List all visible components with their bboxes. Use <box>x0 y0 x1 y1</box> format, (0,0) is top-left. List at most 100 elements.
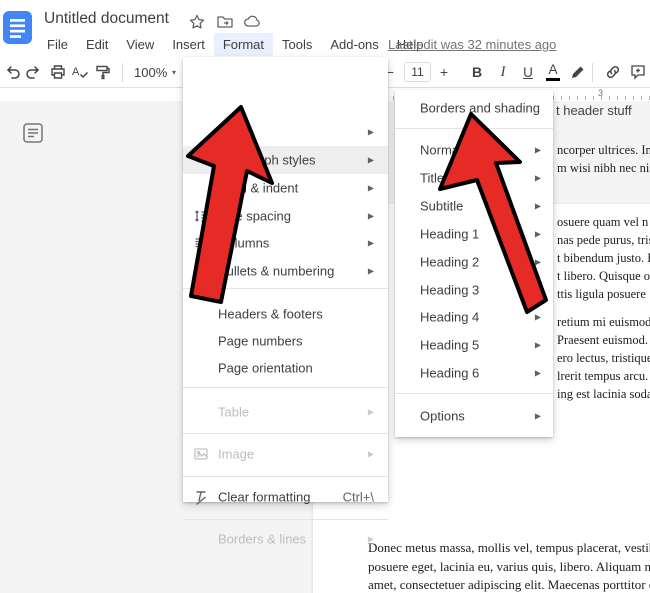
menu-divider <box>183 476 388 477</box>
submenu-item-heading-1[interactable]: Heading 1 ▶ <box>395 220 553 248</box>
star-button[interactable] <box>188 13 206 31</box>
insert-link-button[interactable] <box>601 60 625 84</box>
body-text-line[interactable]: ncorper ultrices. In <box>557 143 650 158</box>
menu-format[interactable]: Format <box>214 33 273 56</box>
submenu-arrow-icon: ▶ <box>535 258 541 267</box>
print-button[interactable] <box>46 60 70 84</box>
body-text-line[interactable]: Praesent euismod. <box>557 333 648 348</box>
ruler-mark: 3 <box>598 88 603 98</box>
document-status-button[interactable] <box>243 13 261 31</box>
submenu-arrow-icon: ▶ <box>535 341 541 350</box>
increase-font-size-button[interactable]: + <box>432 60 456 84</box>
menu-file[interactable]: File <box>38 33 77 56</box>
menu-item-columns[interactable]: Columns ▶ <box>183 229 388 256</box>
text-color-indicator: A <box>546 63 560 81</box>
submenu-item-subtitle[interactable]: Subtitle ▶ <box>395 192 553 220</box>
zoom-select[interactable]: 100% ▾ <box>131 61 179 83</box>
body-text-line[interactable]: posuere eget, lacinia eu, varius quis, l… <box>368 559 650 575</box>
star-icon <box>188 13 206 31</box>
submenu-item-options[interactable]: Options ▶ <box>395 402 553 430</box>
menu-item-text[interactable]: Text ▶ <box>183 118 388 145</box>
submenu-arrow-icon: ▶ <box>368 407 374 416</box>
menu-divider <box>395 393 553 394</box>
menu-item-page-orientation[interactable]: Page orientation <box>183 354 388 381</box>
menu-item-table: Table ▶ <box>183 398 388 425</box>
paint-roller-icon <box>94 63 112 81</box>
body-text-line[interactable]: retium mi euismod <box>557 315 650 330</box>
submenu-arrow-icon: ▶ <box>368 127 374 136</box>
submenu-arrow-icon: ▶ <box>535 313 541 322</box>
submenu-item-title[interactable]: Title ▶ <box>395 164 553 192</box>
document-title[interactable]: Untitled document <box>44 10 169 28</box>
font-size-input[interactable]: 11 <box>404 62 431 82</box>
body-text-line[interactable]: m wisi nibh nec nis <box>557 161 650 176</box>
submenu-arrow-icon: ▶ <box>535 369 541 378</box>
body-text-line[interactable]: nas pede purus, tris <box>557 233 650 248</box>
submenu-arrow-icon: ▶ <box>368 238 374 247</box>
body-text-line[interactable]: Donec metus massa, mollis vel, tempus pl… <box>368 540 650 556</box>
underline-button[interactable]: U <box>516 60 540 84</box>
submenu-arrow-icon: ▶ <box>368 534 374 543</box>
submenu-item-heading-3[interactable]: Heading 3 ▶ <box>395 276 553 304</box>
text-color-button[interactable]: A <box>541 60 565 84</box>
highlighter-pen-icon <box>569 63 587 81</box>
body-text-line[interactable]: lrerit tempus arcu. I <box>557 369 650 384</box>
move-button[interactable] <box>216 13 234 31</box>
cloud-saved-icon <box>243 13 261 31</box>
submenu-arrow-icon: ▶ <box>368 156 374 165</box>
italic-button[interactable]: I <box>491 60 515 84</box>
undo-icon <box>4 63 22 81</box>
format-menu: Text ▶ Paragraph styles ▶ Align & indent… <box>183 57 388 502</box>
menu-view[interactable]: View <box>117 33 163 56</box>
link-icon <box>604 63 622 81</box>
body-text-line[interactable]: ing est lacinia soda <box>557 387 650 402</box>
submenu-arrow-icon: ▶ <box>535 230 541 239</box>
submenu-arrow-icon: ▶ <box>535 202 541 211</box>
menu-item-paragraph-styles[interactable]: Paragraph styles ▶ <box>183 146 388 174</box>
body-text-line[interactable]: t bibendum justo. F <box>557 251 650 266</box>
zoom-value: 100% <box>134 65 167 80</box>
submenu-item-borders-and-shading[interactable]: Borders and shading <box>395 94 553 122</box>
bold-button[interactable]: B <box>465 60 489 84</box>
submenu-item-heading-5[interactable]: Heading 5 ▶ <box>395 331 553 359</box>
menu-item-headers-footers[interactable]: Headers & footers <box>183 300 388 327</box>
menu-item-page-numbers[interactable]: Page numbers <box>183 327 388 354</box>
body-text-line[interactable]: t libero. Quisque o <box>557 269 650 284</box>
docs-home-button[interactable] <box>3 11 32 44</box>
submenu-item-heading-2[interactable]: Heading 2 ▶ <box>395 248 553 276</box>
body-text-line[interactable]: ero lectus, tristique <box>557 351 650 366</box>
menu-divider <box>183 288 388 289</box>
line-spacing-icon <box>192 207 210 225</box>
menu-item-bullets-numbering[interactable]: Bullets & numbering ▶ <box>183 257 388 284</box>
menu-tools[interactable]: Tools <box>273 33 321 56</box>
menu-addons[interactable]: Add-ons <box>321 33 387 56</box>
spelling-check-button[interactable]: A <box>68 60 92 84</box>
submenu-arrow-icon: ▶ <box>535 174 541 183</box>
body-text-line[interactable]: osuere quam vel n <box>557 215 648 230</box>
body-text-line[interactable]: amet, consectetuer adipiscing elit. Maec… <box>368 577 650 593</box>
last-edit-link[interactable]: Last edit was 32 minutes ago <box>388 37 556 52</box>
show-outline-button[interactable] <box>21 121 45 145</box>
submenu-item-normal-text[interactable]: Normal text ▶ <box>395 136 553 164</box>
shortcut-label: Ctrl+\ <box>343 489 374 504</box>
menu-item-borders-lines: Borders & lines ▶ <box>183 525 388 552</box>
menu-item-align-indent[interactable]: Align & indent ▶ <box>183 174 388 201</box>
submenu-item-heading-4[interactable]: Heading 4 ▶ <box>395 303 553 331</box>
menu-item-line-spacing[interactable]: Line spacing ▶ <box>183 202 388 229</box>
paint-format-button[interactable] <box>91 60 115 84</box>
menu-edit[interactable]: Edit <box>77 33 117 56</box>
menu-bar: File Edit View Insert Format Tools Add-o… <box>38 33 433 56</box>
redo-button[interactable] <box>21 60 45 84</box>
add-comment-button[interactable] <box>626 60 650 84</box>
body-text-line[interactable]: ttis ligula posuere <box>557 287 646 302</box>
menu-insert[interactable]: Insert <box>163 33 214 56</box>
google-docs-window: 3 t header stuff ncorper ultrices. In m … <box>0 0 650 593</box>
comment-add-icon <box>629 63 647 81</box>
menu-divider <box>395 128 553 129</box>
submenu-item-heading-6[interactable]: Heading 6 ▶ <box>395 359 553 387</box>
highlight-color-button[interactable] <box>566 60 590 84</box>
submenu-arrow-icon: ▶ <box>368 211 374 220</box>
menu-item-clear-formatting[interactable]: Clear formatting Ctrl+\ <box>183 483 388 510</box>
page-header-text[interactable]: t header stuff <box>556 103 632 118</box>
toolbar-divider <box>592 63 593 82</box>
